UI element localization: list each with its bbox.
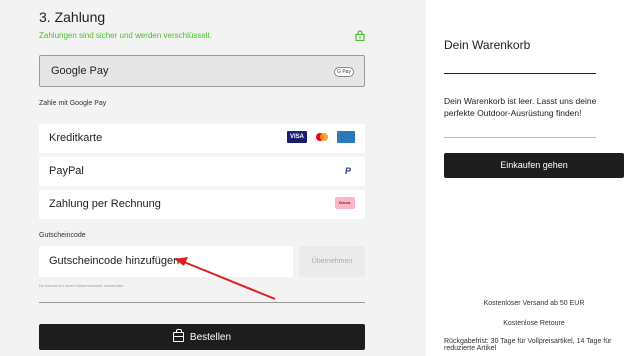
shipping-info: Kostenloser Versand ab 50 EUR — [483, 300, 585, 307]
red-arrow-annotation — [174, 257, 276, 300]
cart-title: Dein Warenkorb — [444, 38, 531, 52]
continue-shopping-button[interactable]: Einkaufen gehen — [444, 153, 624, 178]
cart-empty-message: Dein Warenkorb ist leer. Lasst uns deine… — [444, 96, 597, 118]
cart-divider — [444, 137, 596, 138]
returns-info: Kostenlose Retoure — [503, 320, 565, 327]
payment-panel: 3. Zahlung Zahlungen sind sicher und wer… — [0, 0, 426, 356]
return-period-info: Rückgabefrist: 30 Tage für Vollpreisarti… — [444, 338, 612, 352]
cart-divider — [444, 73, 596, 74]
